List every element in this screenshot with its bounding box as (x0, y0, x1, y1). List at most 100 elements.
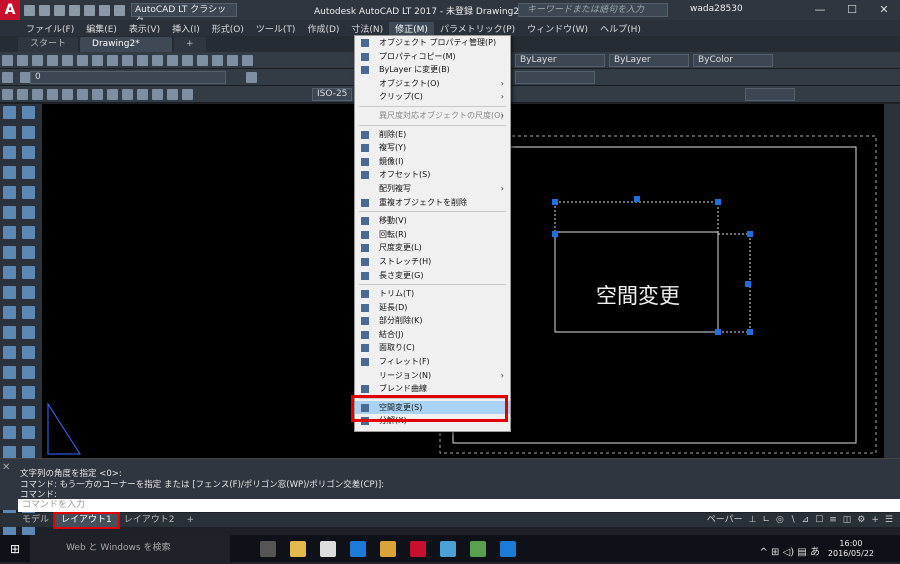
menu-item[interactable]: 修正(M) (389, 21, 434, 35)
tab-start[interactable]: スタート (18, 37, 79, 52)
grip[interactable] (715, 329, 721, 335)
color-dropdown[interactable] (515, 71, 595, 84)
tool-icon[interactable] (22, 386, 35, 399)
grip[interactable] (634, 196, 640, 202)
modify-menu-item[interactable]: フィレット(F) (355, 355, 510, 369)
task-view-icon[interactable] (260, 540, 277, 557)
tool-icon[interactable] (3, 346, 16, 359)
taskbar-search[interactable]: Web と Windows を検索 (30, 535, 231, 562)
modify-menu-item[interactable]: トリム(T) (355, 287, 510, 301)
command-input[interactable]: コマンドを入力 (18, 499, 900, 512)
dim-edit-icon[interactable] (167, 89, 178, 100)
properties-palette-bar[interactable] (884, 104, 900, 458)
modify-menu-item[interactable]: 移動(V) (355, 214, 510, 228)
tool-icon[interactable] (22, 266, 35, 279)
menu-item[interactable]: 作成(D) (301, 22, 345, 35)
modify-menu-item[interactable]: オブジェクト プロパティ管理(P) (355, 36, 510, 50)
new-icon[interactable] (24, 4, 35, 16)
tool-icon[interactable] (3, 166, 16, 179)
tool-icon[interactable] (22, 226, 35, 239)
menu-item[interactable]: 挿入(I) (166, 22, 206, 35)
menu-item[interactable]: ツール(T) (250, 22, 302, 35)
modify-menu-item[interactable]: 回転(R) (355, 228, 510, 242)
linetype-dropdown[interactable]: ByLayer (515, 54, 605, 67)
maximize-button[interactable]: ☐ (836, 0, 868, 20)
saveas-icon[interactable] (69, 4, 80, 16)
clock[interactable]: 16:00 2016/05/22 (828, 539, 874, 559)
modify-menu-item[interactable]: 長さ変更(G) (355, 269, 510, 283)
menu-item[interactable]: パラメトリック(P) (434, 22, 521, 35)
app-icon[interactable] (470, 540, 487, 557)
tool-icon[interactable] (22, 206, 35, 219)
tool-palette-icon[interactable] (242, 55, 253, 66)
tool-icon[interactable] (3, 106, 16, 119)
menu-item[interactable]: ファイル(F) (20, 22, 80, 35)
modify-menu-item[interactable]: ストレッチ(H) (355, 255, 510, 269)
properties-icon[interactable] (212, 55, 223, 66)
grip[interactable] (715, 199, 721, 205)
modify-menu-item[interactable]: 結合(J) (355, 328, 510, 342)
status-toggle-icon[interactable]: ☐ (812, 513, 826, 527)
tool-icon[interactable] (22, 186, 35, 199)
grip[interactable] (552, 231, 558, 237)
paste-icon[interactable] (107, 55, 118, 66)
modify-menu-item[interactable]: 尺度変更(L) (355, 241, 510, 255)
aligned-dim-icon[interactable] (17, 89, 28, 100)
search-input[interactable]: キーワードまたは語句を入力 (518, 3, 668, 17)
canvas-text[interactable]: 空間変更 (596, 284, 680, 308)
app-icon[interactable] (440, 540, 457, 557)
tool-icon[interactable] (22, 426, 35, 439)
layer-dropdown[interactable]: 0 (30, 71, 226, 84)
tool-icon[interactable] (3, 306, 16, 319)
design-center-icon[interactable] (227, 55, 238, 66)
linear-dim-icon[interactable] (2, 89, 13, 100)
close-button[interactable]: ✕ (868, 0, 900, 20)
menu-item[interactable]: 編集(E) (80, 22, 123, 35)
plotstyle-dropdown[interactable]: ByColor (693, 54, 773, 67)
tool-icon[interactable] (3, 186, 16, 199)
modify-menu-item[interactable]: 異尺度対応オブジェクトの尺度(O) › (355, 109, 510, 123)
workspace-dropdown[interactable]: AutoCAD LT クラシック (131, 3, 237, 27)
arc-length-icon[interactable] (32, 89, 43, 100)
status-toggle-icon[interactable]: ⚙ (854, 513, 868, 527)
status-toggle-icon[interactable]: ∟ (759, 513, 773, 527)
lineweight-dropdown[interactable]: ByLayer (609, 54, 689, 67)
radius-dim-icon[interactable] (62, 89, 73, 100)
match-icon[interactable] (122, 55, 133, 66)
tool-icon[interactable] (22, 286, 35, 299)
cut-icon[interactable] (77, 55, 88, 66)
tool-icon[interactable] (22, 326, 35, 339)
dim-update-icon[interactable] (182, 89, 193, 100)
selected-object[interactable] (554, 201, 719, 233)
modify-menu-item[interactable]: ブレンド曲線 (355, 382, 510, 396)
modify-menu-item[interactable]: プロパティコピー(M) (355, 50, 510, 64)
status-toggle-icon[interactable]: ◫ (840, 513, 855, 527)
minimize-button[interactable]: — (804, 0, 836, 20)
preview-icon[interactable] (62, 55, 73, 66)
menu-item[interactable]: 寸法(N) (345, 22, 389, 35)
autocad-taskbar-icon[interactable] (410, 540, 427, 557)
continue-dim-icon[interactable] (122, 89, 133, 100)
copy-icon[interactable] (92, 55, 103, 66)
menu-item[interactable]: 形式(O) (206, 22, 250, 35)
tool-icon[interactable] (3, 126, 16, 139)
print-icon[interactable] (47, 55, 58, 66)
modify-menu-item[interactable]: ByLayer に変更(B) (355, 63, 510, 77)
status-toggle-icon[interactable]: ☰ (882, 513, 896, 527)
save-icon[interactable] (54, 4, 65, 16)
tool-icon[interactable] (22, 366, 35, 379)
tool-icon[interactable] (3, 226, 16, 239)
modify-menu-item[interactable]: オブジェクト(O) › (355, 77, 510, 91)
zoom-icon[interactable] (182, 55, 193, 66)
tool-icon[interactable] (22, 246, 35, 259)
status-toggle-icon[interactable]: + (868, 513, 882, 527)
status-toggle-icon[interactable]: ∖ (787, 513, 799, 527)
tab-model[interactable]: モデル (16, 514, 55, 527)
tool-icon[interactable] (3, 286, 16, 299)
modify-menu-item[interactable]: 複写(Y) (355, 141, 510, 155)
zoom-window-icon[interactable] (197, 55, 208, 66)
start-icon[interactable]: ⊞ (10, 542, 20, 556)
save-icon[interactable] (32, 55, 43, 66)
paper-space-toggle[interactable]: ペーパー (704, 513, 746, 527)
tool-icon[interactable] (22, 126, 35, 139)
